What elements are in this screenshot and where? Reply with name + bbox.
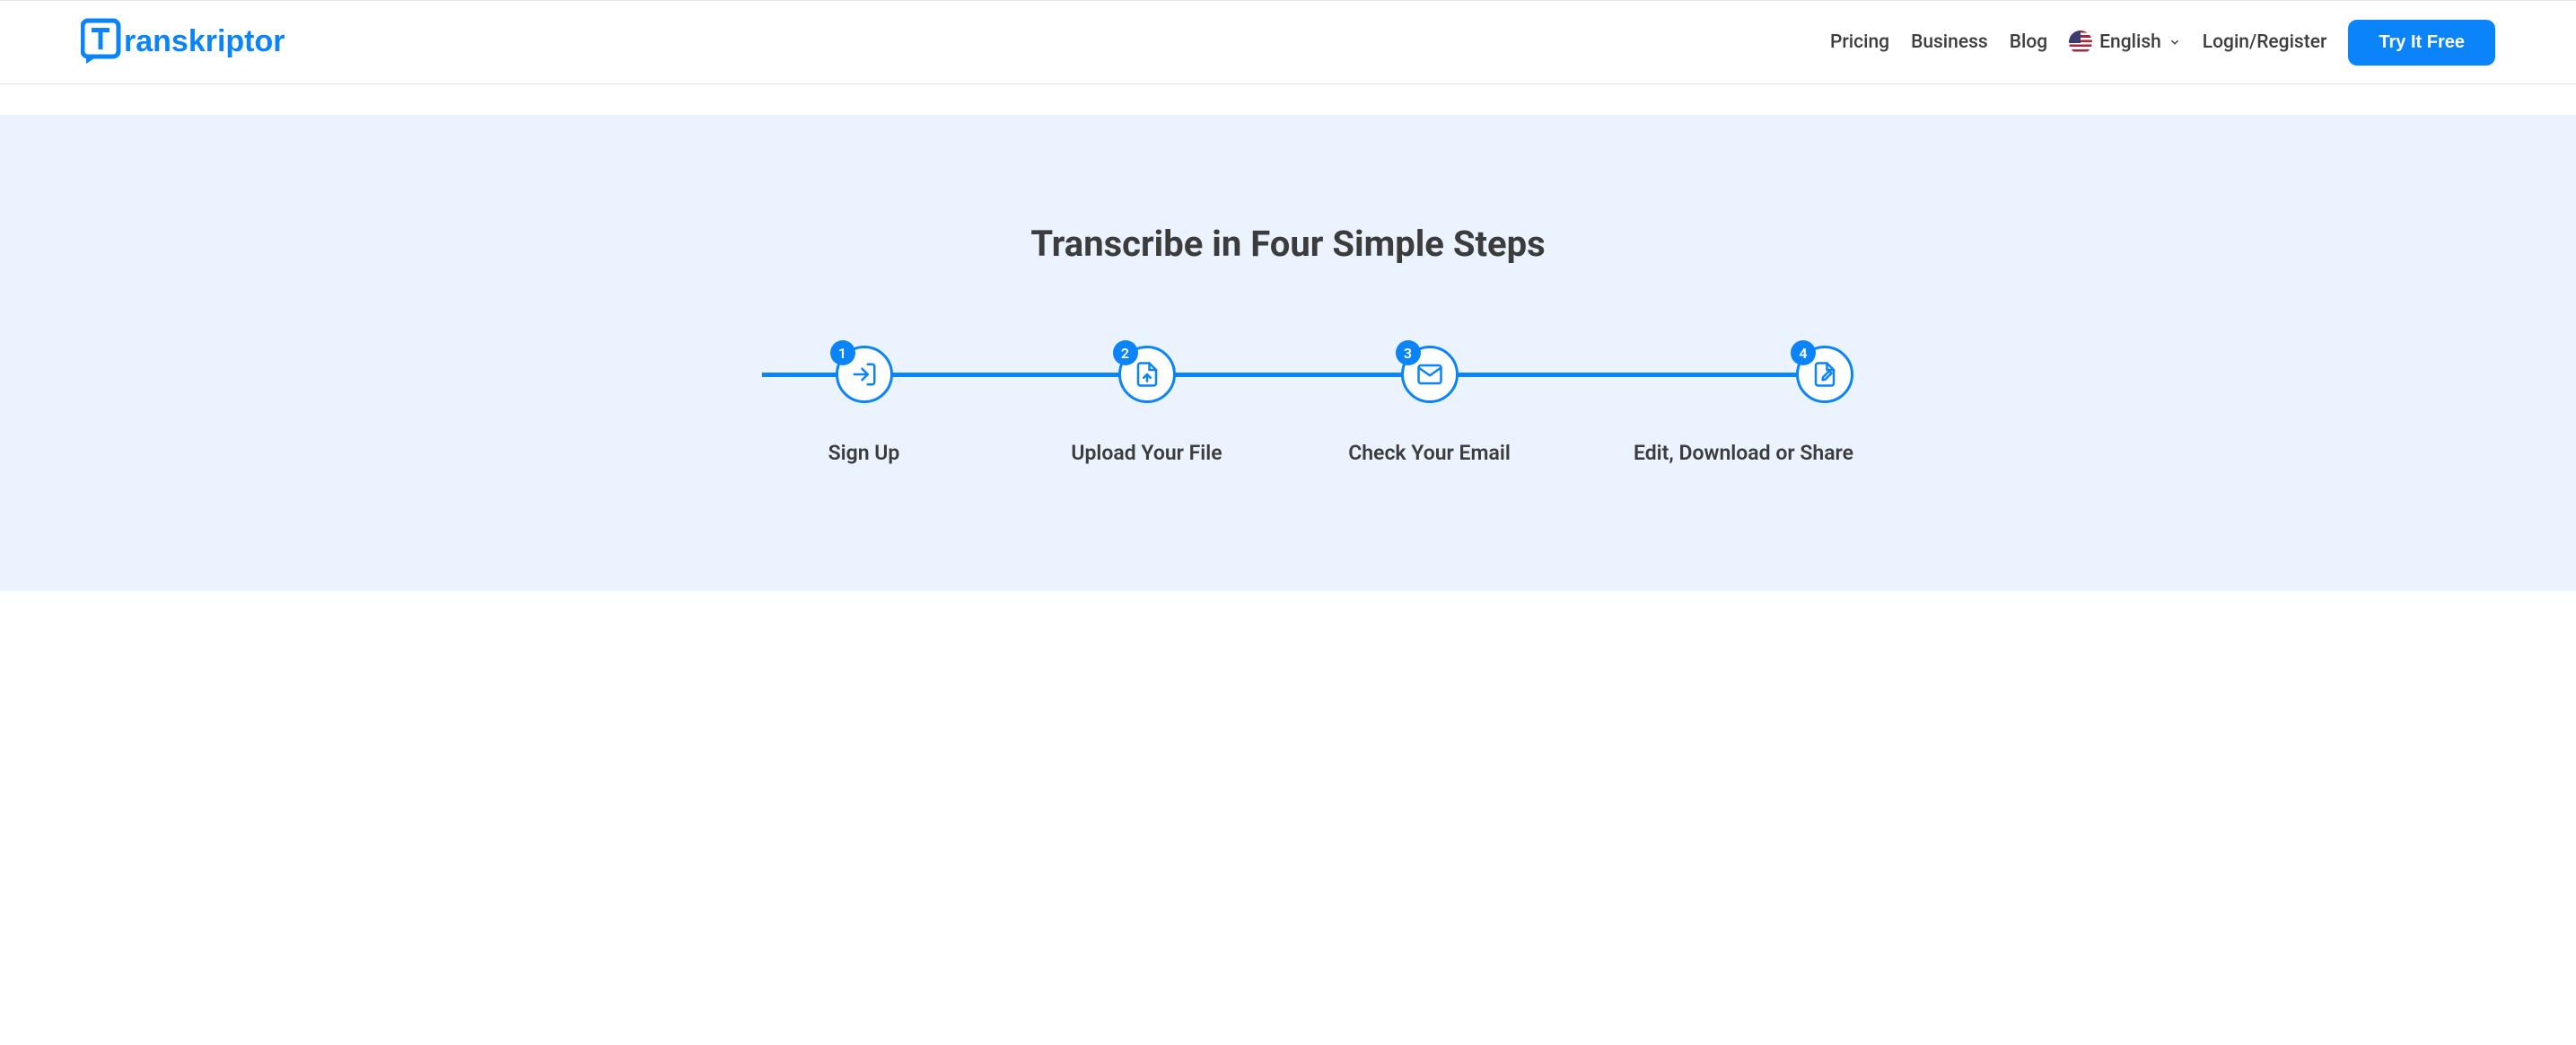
nav-blog[interactable]: Blog bbox=[2010, 31, 2047, 53]
header: ranskriptor Pricing Business Blog Englis… bbox=[0, 0, 2576, 84]
step-number-badge: 4 bbox=[1791, 340, 1816, 365]
step-3: 3 Check Your Email bbox=[1288, 346, 1571, 465]
nav-login[interactable]: Login/Register bbox=[2203, 31, 2327, 53]
hero-title: Transcribe in Four Simple Steps bbox=[0, 223, 2576, 265]
step-label: Edit, Download or Share bbox=[1634, 441, 1853, 465]
step-number-badge: 1 bbox=[830, 340, 855, 365]
step-label: Upload Your File bbox=[1071, 441, 1222, 465]
step-number-badge: 2 bbox=[1113, 340, 1138, 365]
nav-pricing[interactable]: Pricing bbox=[1830, 31, 1889, 53]
step-1: 1 Sign Up bbox=[723, 346, 1005, 465]
language-label: English bbox=[2099, 31, 2161, 53]
chevron-down-icon bbox=[2169, 36, 2181, 48]
try-free-button[interactable]: Try It Free bbox=[2348, 20, 2495, 66]
svg-text:ranskriptor: ranskriptor bbox=[124, 24, 285, 58]
nav-business[interactable]: Business bbox=[1911, 31, 1988, 53]
steps-container: 1 Sign Up 2 Upload Your File 3 bbox=[705, 346, 1871, 465]
main-nav: Pricing Business Blog English Login/Regi… bbox=[1830, 20, 2495, 66]
language-selector[interactable]: English bbox=[2069, 31, 2181, 54]
hero-section: Transcribe in Four Simple Steps 1 Sign U… bbox=[0, 115, 2576, 591]
flag-us-icon bbox=[2069, 31, 2092, 54]
step-4: 4 Edit, Download or Share bbox=[1571, 346, 1853, 465]
step-number-badge: 3 bbox=[1396, 340, 1421, 365]
brand-logo[interactable]: ranskriptor bbox=[81, 17, 332, 67]
step-label: Check Your Email bbox=[1348, 441, 1511, 465]
step-2: 2 Upload Your File bbox=[1005, 346, 1288, 465]
step-label: Sign Up bbox=[828, 441, 900, 465]
